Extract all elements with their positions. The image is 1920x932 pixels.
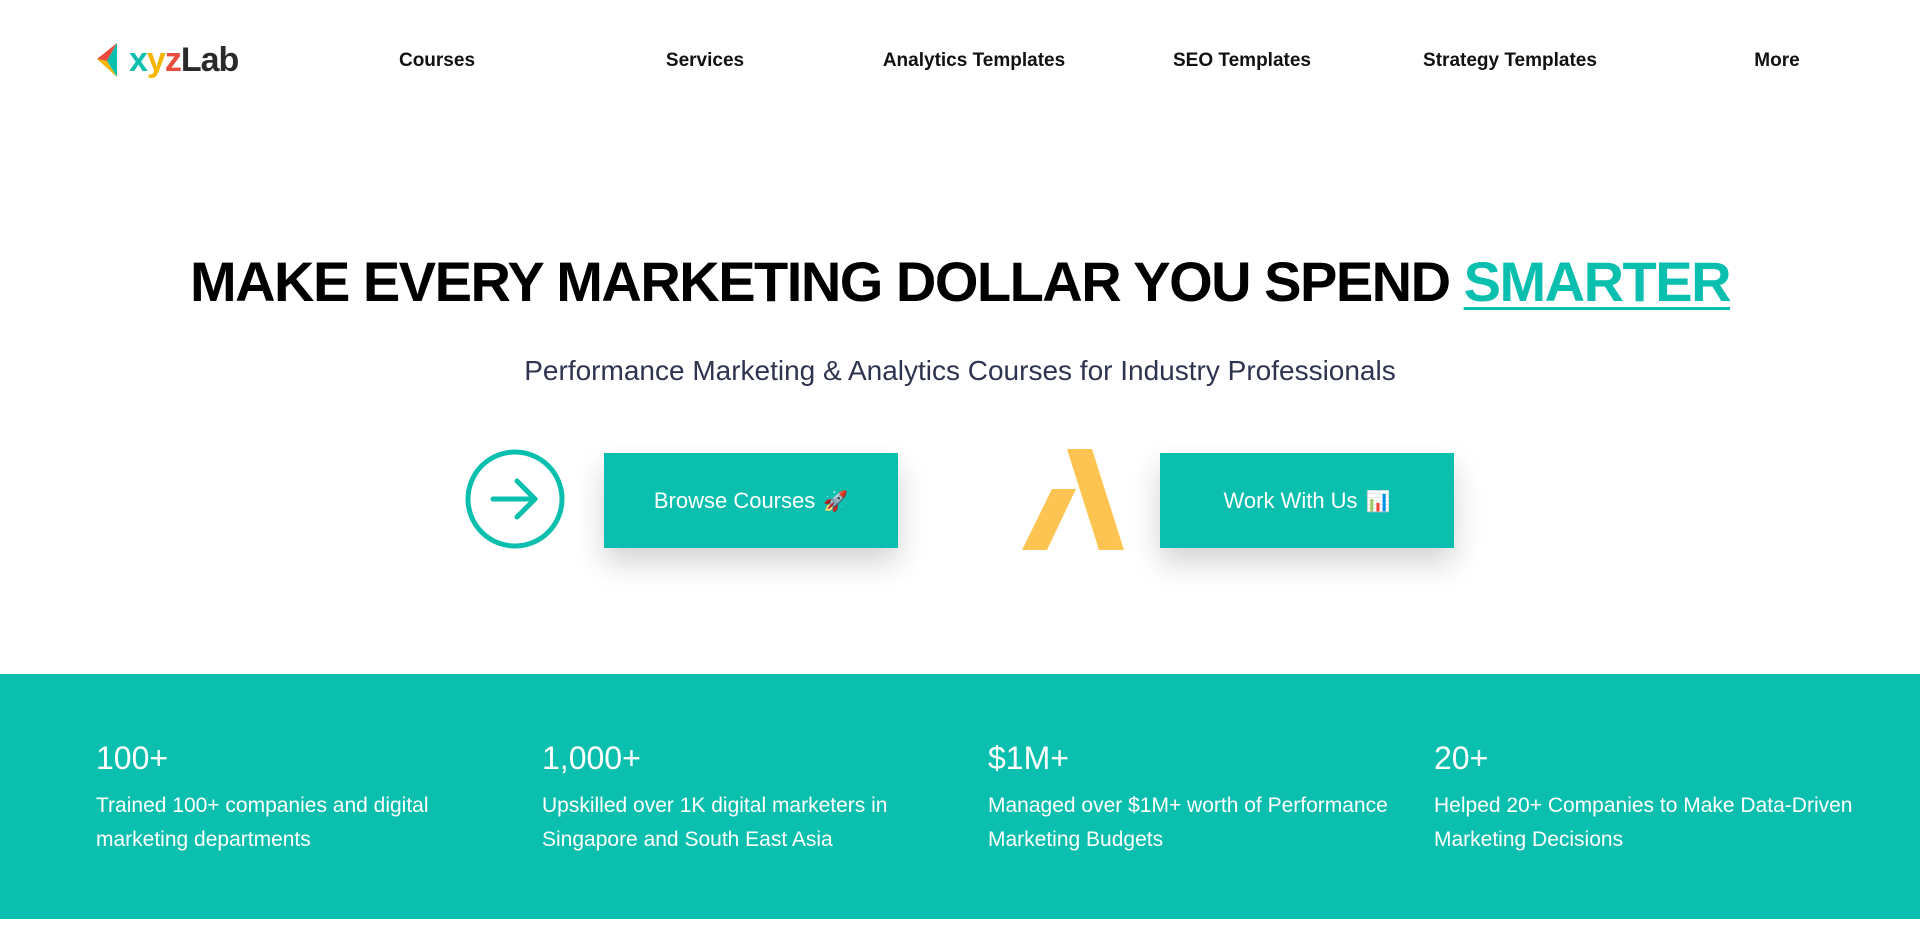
stat-description: Trained 100+ companies and digital marke… [96, 794, 429, 851]
google-ads-icon [1022, 449, 1124, 550]
bar-chart-icon: 📊 [1365, 488, 1391, 513]
logo-text: xyzLab [129, 40, 239, 80]
nav-more[interactable]: More [1754, 50, 1799, 72]
stat-value: 20+ [1434, 740, 1489, 776]
stat-description: Helped 20+ Companies to Make Data-Driven… [1434, 794, 1853, 851]
stat-value: 100+ [96, 740, 169, 776]
nav-courses[interactable]: Courses [399, 50, 475, 72]
stat-value: 1,000+ [542, 740, 641, 776]
arrow-right-circle-icon[interactable] [465, 449, 565, 549]
logo-xyz: xyz [129, 41, 182, 79]
browse-courses-button[interactable]: Browse Courses 🚀 [604, 453, 898, 548]
stats-band: 100+ Trained 100+ companies and digital … [0, 674, 1920, 919]
nav-seo-templates[interactable]: SEO Templates [1173, 50, 1311, 72]
rocket-icon: 🚀 [823, 488, 849, 513]
nav-strategy-templates[interactable]: Strategy Templates [1423, 50, 1597, 72]
hero-title: MAKE EVERY MARKETING DOLLAR YOU SPEND SM… [0, 250, 1920, 314]
hero-title-accent[interactable]: SMARTER [1464, 250, 1732, 313]
nav-services[interactable]: Services [666, 50, 744, 72]
stat-description: Managed over $1M+ worth of Performance M… [988, 794, 1388, 851]
work-with-us-button[interactable]: Work With Us 📊 [1160, 453, 1454, 548]
logo-lab: Lab [180, 41, 239, 79]
browse-courses-label: Browse Courses [653, 487, 816, 513]
hero-title-main: MAKE EVERY MARKETING DOLLAR YOU SPEND [189, 250, 1464, 313]
stat-value: $1M+ [988, 740, 1069, 776]
hero-subtitle: Performance Marketing & Analytics Course… [524, 355, 1396, 386]
nav-analytics-templates[interactable]: Analytics Templates [883, 50, 1065, 72]
stat-description: Upskilled over 1K digital marketers in S… [542, 794, 888, 851]
logo[interactable]: xyzLab [95, 40, 239, 80]
site-header: xyzLab Courses Services Analytics Templa… [0, 0, 1920, 124]
logo-triangle-icon [97, 43, 117, 77]
work-with-us-label: Work With Us [1223, 487, 1358, 513]
